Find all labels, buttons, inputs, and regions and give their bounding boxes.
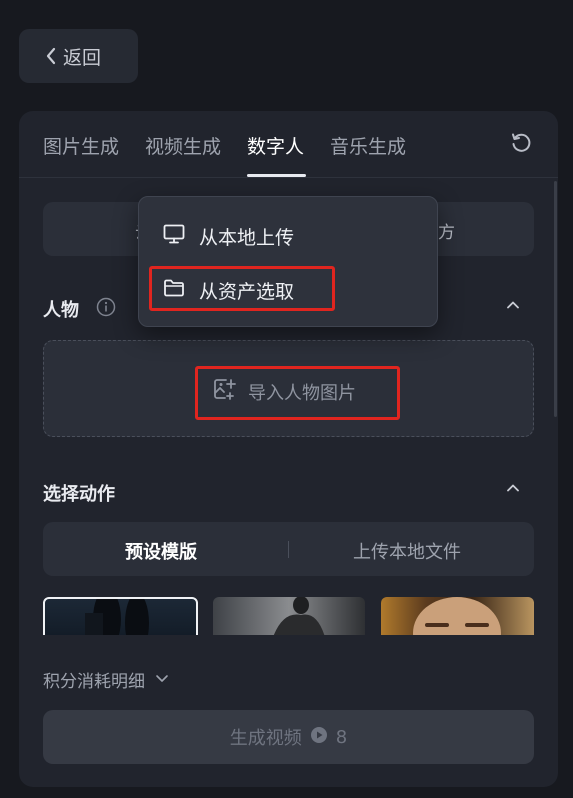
monitor-icon (163, 224, 185, 249)
source-segment-right[interactable]: 方 (438, 218, 455, 243)
menu-item-upload-local[interactable]: 从本地上传 (163, 223, 294, 250)
action-template-list (43, 597, 534, 635)
credit-icon (310, 726, 328, 749)
image-add-icon (212, 377, 236, 406)
chevron-left-icon (45, 47, 57, 65)
menu-item-select-asset[interactable]: 从资产选取 (163, 277, 294, 304)
collapse-character-icon[interactable] (505, 297, 521, 317)
tab-preset-templates[interactable]: 预设模版 (125, 538, 197, 564)
refresh-icon[interactable] (510, 132, 532, 158)
collapse-action-icon[interactable] (505, 480, 521, 500)
action-template-thumbnail[interactable] (213, 597, 365, 635)
action-section-title: 选择动作 (43, 484, 115, 505)
tab-music-generation[interactable]: 音乐生成 (330, 132, 406, 159)
tab-bar: 图片生成 视频生成 数字人 音乐生成 (19, 111, 558, 178)
info-icon[interactable] (96, 297, 116, 321)
active-tab-indicator (247, 174, 306, 177)
character-section-title: 人物 (43, 300, 79, 321)
upload-source-menu: 从本地上传 从资产选取 (138, 196, 438, 327)
action-template-thumbnail[interactable] (43, 597, 198, 635)
chevron-down-icon (155, 670, 169, 690)
back-label: 返回 (63, 46, 102, 69)
import-character-area[interactable]: 导入人物图片 (43, 340, 534, 437)
tab-upload-local-file[interactable]: 上传本地文件 (353, 538, 461, 564)
cost-details-label: 积分消耗明细 (43, 672, 145, 692)
tab-video-generation[interactable]: 视频生成 (145, 132, 221, 159)
tab-image-generation[interactable]: 图片生成 (43, 132, 119, 159)
scrollbar[interactable] (554, 181, 557, 417)
switch-divider (288, 541, 289, 558)
import-character-label: 导入人物图片 (248, 382, 356, 404)
back-button[interactable]: 返回 (19, 29, 138, 83)
action-source-switch: 预设模版 上传本地文件 (43, 522, 534, 576)
menu-item-label: 从资产选取 (199, 281, 295, 303)
folder-icon (163, 278, 185, 303)
credit-cost: 8 (335, 726, 348, 748)
cost-details-toggle[interactable]: 积分消耗明细 (43, 667, 169, 692)
generate-video-label: 生成视频 (229, 728, 302, 749)
action-template-thumbnail[interactable] (381, 597, 534, 635)
tab-digital-human[interactable]: 数字人 (247, 132, 304, 159)
menu-item-label: 从本地上传 (199, 227, 295, 249)
generate-video-button[interactable]: 生成视频 8 (43, 710, 534, 764)
